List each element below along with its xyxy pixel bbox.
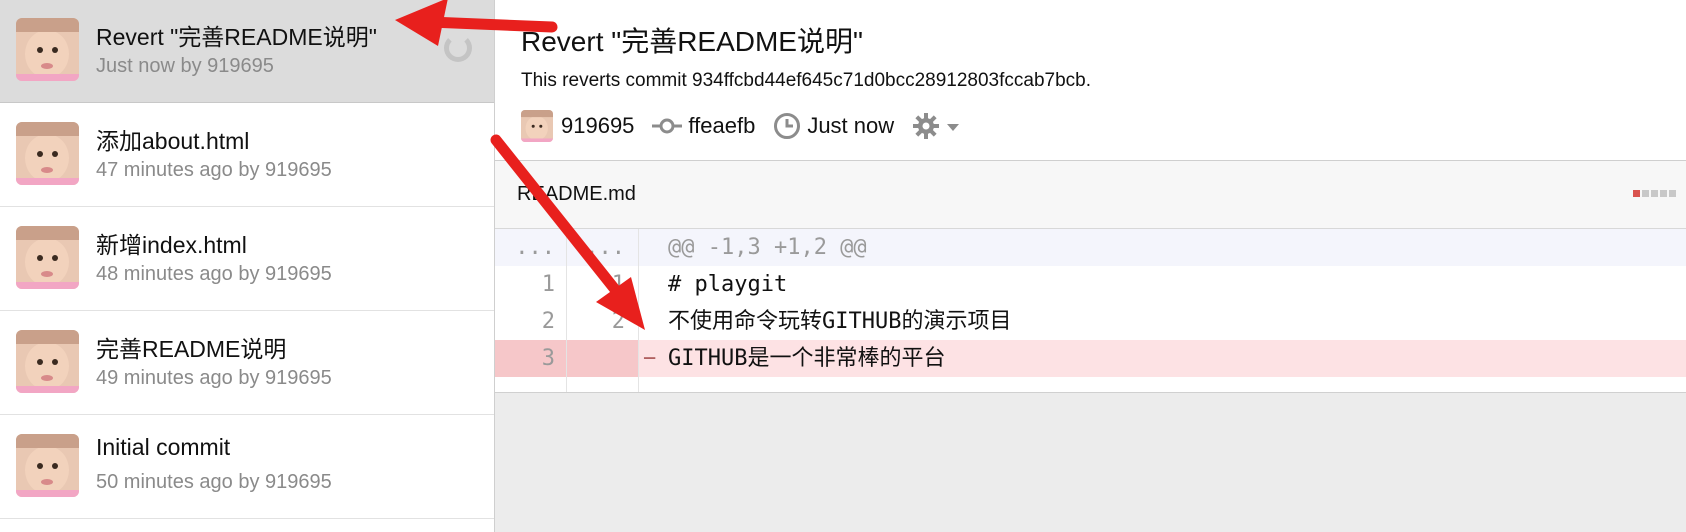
gear-icon [912,112,940,140]
diffstat-block [1651,190,1658,197]
commit-title: 完善README说明 [96,336,287,362]
commit-item[interactable]: Initial commit 50 minutes ago by 919695 [0,416,494,519]
new-line-number: 1 [611,272,625,297]
loading-spinner-icon [444,34,472,62]
avatar [16,18,79,81]
commit-history-list: Revert "完善README说明" Just now by 919695 添… [0,0,495,532]
commit-meta: Just now by 919695 [96,55,274,77]
old-line-number: 2 [541,309,555,334]
old-line-number: ... [515,235,555,260]
commit-meta: 47 minutes ago by 919695 [96,159,332,181]
diff-view: ... ... @@ -1,3 +1,2 @@ 1 1 # playgit 2 … [495,229,1686,393]
deletion-marker: − [643,346,657,371]
commit-item[interactable]: 添加about.html 47 minutes ago by 919695 [0,104,494,207]
commit-title: Initial commit [96,434,231,460]
file-header: README.md [495,161,1686,229]
line-content: 不使用命令玩转GITHUB的演示项目 [668,309,1012,334]
new-line-number: 2 [611,309,625,334]
gutter-divider [638,229,639,392]
commit-meta-bar: 919695 ffeaefb Just now [521,108,978,144]
settings-menu-button[interactable] [912,112,960,140]
avatar [16,434,79,497]
new-line-number: ... [585,235,625,260]
commit-author: 919695 [521,110,634,142]
commit-item[interactable]: 完善README说明 49 minutes ago by 919695 [0,312,494,415]
avatar [16,226,79,289]
commit-title: 添加about.html [96,128,250,154]
diff-line: 2 2 不使用命令玩转GITHUB的演示项目 [495,303,1686,340]
diff-line: 1 1 # playgit [495,266,1686,303]
commit-title: Revert "完善README说明" [96,24,377,50]
commit-title: 新增index.html [96,232,247,258]
commit-summary: Revert "完善README说明" [521,26,863,57]
line-content: # playgit [668,272,788,297]
old-line-number: 1 [541,272,555,297]
commit-detail-panel: Revert "完善README说明" This reverts commit … [495,0,1686,532]
commit-meta: 48 minutes ago by 919695 [96,263,332,285]
gutter-divider [566,229,567,392]
old-line-number: 3 [541,346,555,371]
line-content: GITHUB是一个非常棒的平台 [668,346,946,371]
hunk-header-row: ... ... @@ -1,3 +1,2 @@ [495,229,1686,266]
sha-label: ffeaefb [688,113,756,138]
avatar [521,110,553,142]
diffstat-block [1642,190,1649,197]
hunk-header: @@ -1,3 +1,2 @@ [668,235,867,260]
avatar [16,330,79,393]
diffstat [1633,190,1676,197]
file-name: README.md [517,183,636,205]
commit-time: Just now [773,112,894,140]
clock-icon [773,112,801,140]
diffstat-block [1633,190,1640,197]
commit-sha[interactable]: ffeaefb [652,113,755,139]
diffstat-block [1660,190,1667,197]
author-name: 919695 [561,113,635,138]
avatar [16,122,79,185]
diff-line-deleted: 3 − GITHUB是一个非常棒的平台 [495,340,1686,377]
commit-description: This reverts commit 934ffcbd44ef645c71d0… [521,70,1092,91]
commit-icon [652,116,683,136]
diffstat-block [1669,190,1676,197]
commit-meta: 50 minutes ago by 919695 [96,471,332,493]
chevron-down-icon [946,113,960,139]
commit-detail-header: Revert "完善README说明" This reverts commit … [495,0,1686,161]
commit-item[interactable]: 新增index.html 48 minutes ago by 919695 [0,208,494,311]
commit-item[interactable]: Revert "完善README说明" Just now by 919695 [0,0,494,103]
new-line-number [567,340,625,377]
commit-meta: 49 minutes ago by 919695 [96,367,332,389]
time-label: Just now [807,113,895,138]
